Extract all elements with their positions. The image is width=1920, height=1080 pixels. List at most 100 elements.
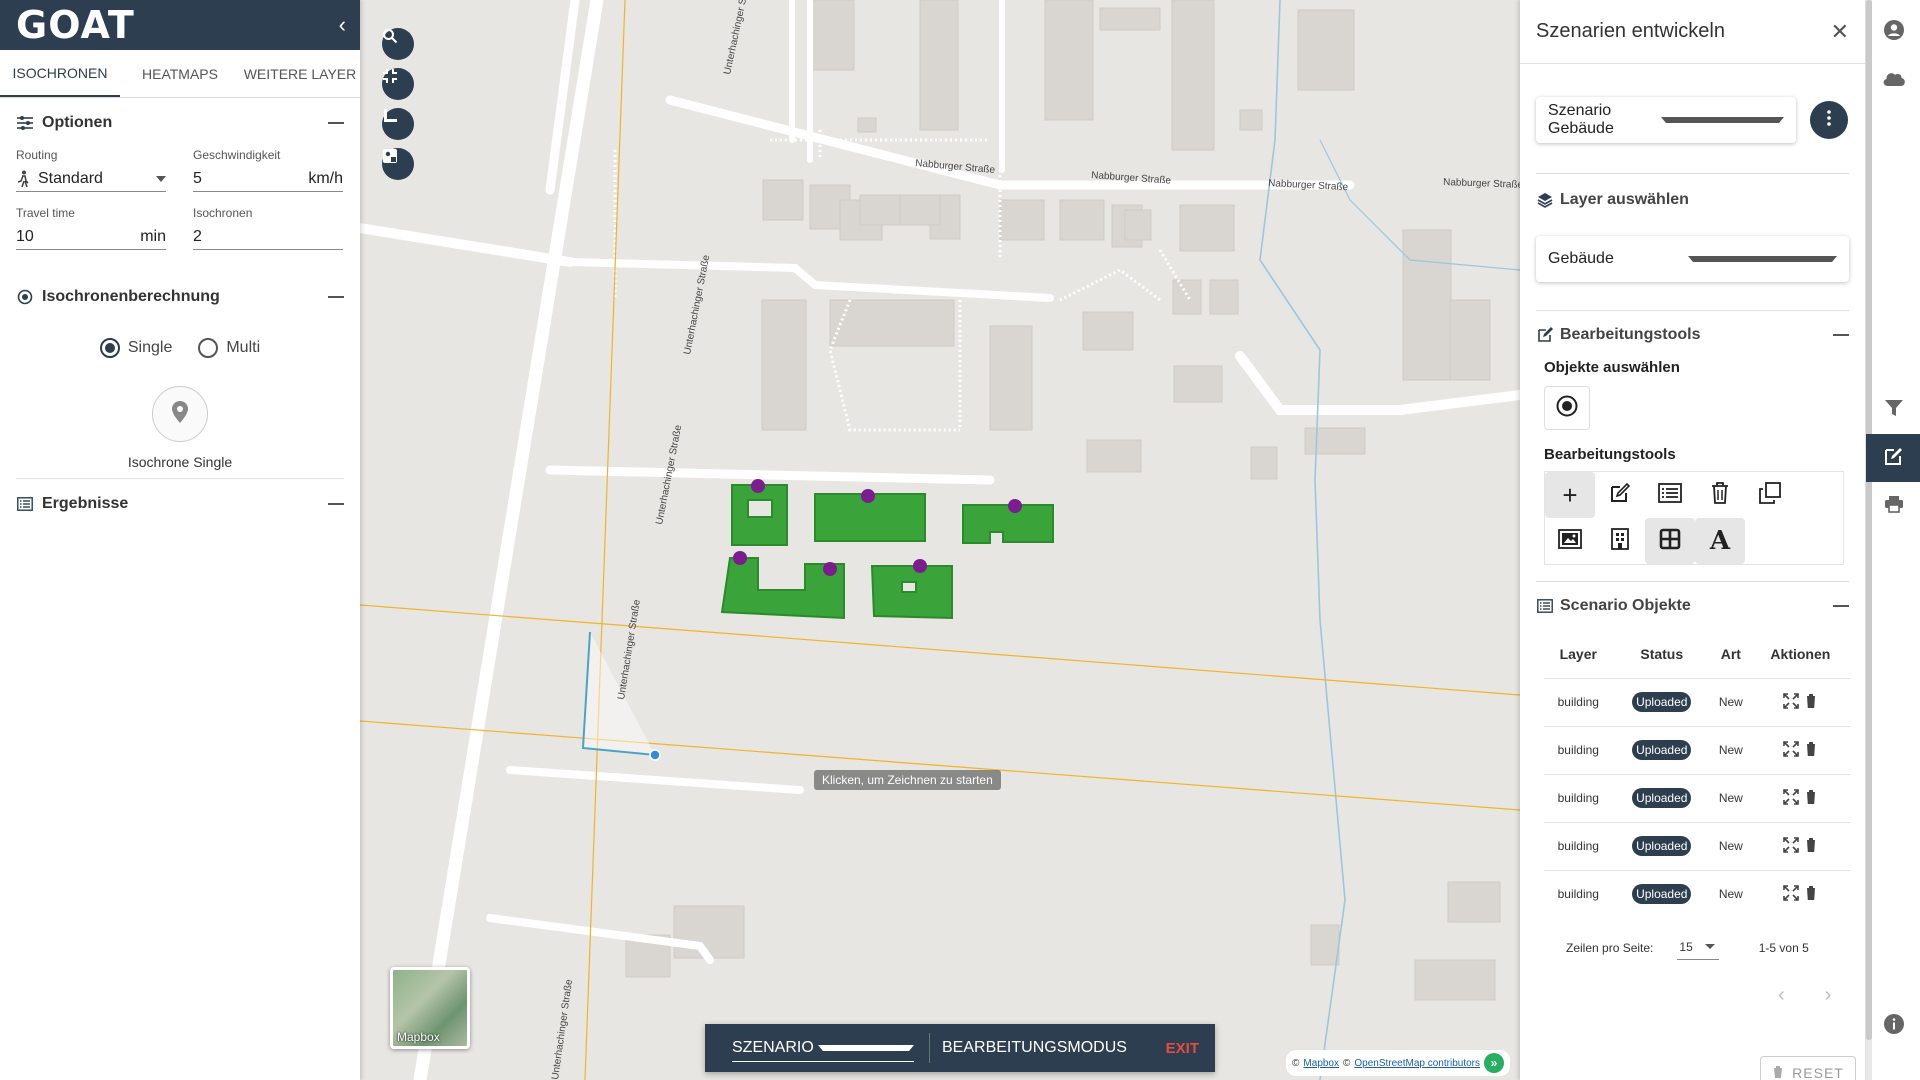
measure-button[interactable]	[382, 108, 414, 140]
trash-icon[interactable]	[1805, 837, 1817, 856]
table-row[interactable]: building Uploaded New	[1544, 773, 1850, 822]
trash-icon[interactable]	[1805, 693, 1817, 712]
options-header[interactable]: Optionen	[0, 98, 360, 148]
objects-section-header[interactable]: Scenario Objekte	[1520, 582, 1865, 630]
building-levels-button[interactable]	[1595, 518, 1645, 564]
routing-field[interactable]: Routing Standard	[16, 148, 166, 192]
upload-feature-button[interactable]	[1545, 518, 1595, 564]
table-row[interactable]: building Uploaded New	[1544, 725, 1850, 774]
rows-per-page-select[interactable]: 15	[1677, 937, 1719, 960]
prev-page-icon[interactable]: ‹	[1778, 984, 1785, 1007]
zoom-to-icon[interactable]	[1783, 884, 1800, 904]
isochrone-start-button[interactable]	[152, 386, 208, 442]
filter-button[interactable]	[1866, 386, 1920, 434]
close-icon[interactable]: ✕	[1831, 19, 1849, 45]
list-icon	[1536, 597, 1554, 615]
tab-heatmaps[interactable]: HEATMAPS	[120, 50, 240, 97]
collapse-calc-icon[interactable]	[328, 296, 344, 298]
account-circle-icon	[1883, 19, 1904, 45]
attribute-table-button[interactable]	[1645, 472, 1695, 518]
street-label: Nabburger Straße	[1268, 178, 1349, 193]
collapse-results-icon[interactable]	[328, 503, 344, 505]
calc-header[interactable]: Isochronenberechnung	[0, 272, 360, 322]
results-header[interactable]: Ergebnisse	[0, 479, 360, 529]
scenario-select[interactable]: Szenario Gebäude	[1536, 97, 1796, 143]
zoom-extent-button[interactable]	[382, 68, 414, 100]
list-icon	[16, 495, 34, 513]
draw-tooltip: Klicken, um Zeichnen zu starten	[814, 770, 1001, 790]
expand-attribution-icon[interactable]: »	[1484, 1053, 1504, 1073]
map-style-button[interactable]	[382, 148, 414, 180]
table-row[interactable]: building Uploaded New	[1544, 869, 1850, 918]
row-layer: building	[1544, 773, 1613, 822]
trash-icon[interactable]	[1805, 789, 1817, 808]
cloud-button[interactable]	[1866, 56, 1920, 104]
more-vertical-icon	[1827, 109, 1831, 131]
layer-select[interactable]: Gebäude	[1536, 236, 1849, 282]
options-title: Optionen	[42, 114, 113, 131]
layer-select-value: Gebäude	[1548, 250, 1614, 267]
street-label: Unterhachinger Straße	[722, 0, 754, 76]
table-row[interactable]: building Uploaded New	[1544, 821, 1850, 870]
osm-link[interactable]: OpenStreetMap contributors	[1354, 1058, 1480, 1069]
font-icon: A	[1709, 526, 1731, 556]
panel-scrollbar[interactable]	[1866, 0, 1872, 1080]
modify-feature-button[interactable]	[1595, 472, 1645, 518]
scenario-select-value: Szenario Gebäude	[1548, 102, 1614, 137]
tools-section-header[interactable]: Bearbeitungstools	[1520, 311, 1865, 359]
tab-weitere-layer[interactable]: WEITERE LAYER	[240, 50, 360, 97]
account-button[interactable]	[1866, 8, 1920, 56]
trash-icon[interactable]	[1805, 741, 1817, 760]
collapse-panel-icon[interactable]: ‹	[339, 12, 346, 38]
scenario-more-button[interactable]	[1810, 101, 1848, 139]
scenario-panel-title: Szenarien entwickeln	[1536, 20, 1725, 42]
radio-multi[interactable]: Multi	[198, 338, 260, 358]
tab-isochronen[interactable]: ISOCHRONEN	[0, 50, 120, 97]
divider	[1536, 173, 1849, 174]
chevron-down-icon	[1661, 117, 1784, 123]
basemap-switcher[interactable]: Mapbox	[390, 967, 470, 1049]
speed-unit: km/h	[308, 169, 343, 187]
zoom-to-icon[interactable]	[1783, 692, 1800, 712]
collapse-tools-icon[interactable]	[1833, 334, 1849, 336]
col-art[interactable]: Art	[1711, 630, 1751, 678]
info-button[interactable]	[1866, 1002, 1920, 1050]
collapse-objects-icon[interactable]	[1833, 605, 1849, 607]
next-page-icon[interactable]: ›	[1825, 984, 1832, 1007]
radio-single-dot	[99, 338, 120, 358]
scenario-bar-select[interactable]: SZENARIO	[732, 1034, 914, 1062]
search-button[interactable]	[382, 28, 414, 60]
table-pagination: Zeilen pro Seite: 15 1-5 von 5	[1544, 918, 1865, 978]
collapse-options-icon[interactable]	[328, 122, 344, 124]
label-toggle-button[interactable]: A	[1695, 518, 1745, 564]
row-actions	[1750, 725, 1850, 774]
radio-single[interactable]: Single	[99, 338, 172, 358]
speed-value: 5	[193, 169, 202, 187]
map-canvas[interactable]: Unterhachinger Straße Unterhachinger Str…	[360, 0, 1520, 1080]
table-row[interactable]: building Uploaded New	[1544, 677, 1850, 726]
zoom-to-icon[interactable]	[1783, 788, 1800, 808]
page-nav: ‹ ›	[1778, 984, 1865, 1007]
add-feature-button[interactable]: +	[1545, 472, 1595, 518]
select-object-button[interactable]	[1544, 386, 1590, 430]
col-status[interactable]: Status	[1613, 630, 1711, 678]
street-label: Unterhachinger Straße	[616, 598, 643, 700]
mapbox-link[interactable]: Mapbox	[1303, 1058, 1339, 1069]
travel-time-field[interactable]: Travel time 10 min	[16, 206, 166, 250]
copy-icon	[1759, 481, 1781, 509]
zoom-to-icon[interactable]	[1783, 836, 1800, 856]
status-badge: Uploaded	[1632, 788, 1692, 808]
zoom-to-icon[interactable]	[1783, 740, 1800, 760]
trash-icon[interactable]	[1805, 885, 1817, 904]
col-layer[interactable]: Layer	[1544, 630, 1613, 678]
snap-grid-button[interactable]	[1645, 518, 1695, 564]
print-button[interactable]	[1866, 482, 1920, 530]
isochronen-field[interactable]: Isochronen 2	[193, 206, 343, 250]
delete-feature-button[interactable]	[1695, 472, 1745, 518]
speed-field[interactable]: Geschwindigkeit 5 km/h	[193, 148, 343, 192]
rows-per-page-value: 15	[1679, 939, 1693, 954]
exit-button[interactable]: EXIT	[1166, 1040, 1199, 1057]
copy-feature-button[interactable]	[1745, 472, 1795, 518]
reset-button[interactable]: RESET	[1760, 1056, 1856, 1080]
edit-scenario-button[interactable]	[1866, 434, 1920, 482]
